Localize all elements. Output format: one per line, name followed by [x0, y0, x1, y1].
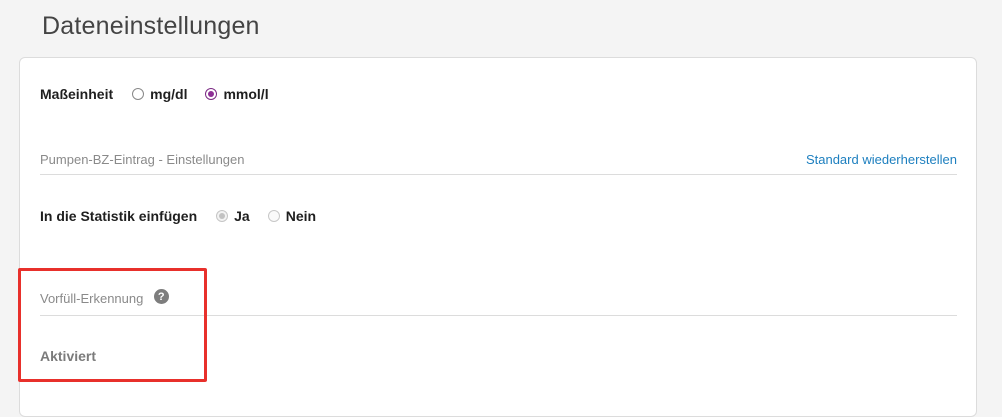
unit-mgdl-label[interactable]: mg/dl — [150, 86, 187, 102]
pump-entry-title: Pumpen-BZ-Eintrag - Einstellungen — [40, 152, 245, 167]
statistics-yes-radio[interactable] — [216, 210, 229, 222]
statistics-no-label[interactable]: Nein — [286, 208, 316, 224]
statistics-yes-label[interactable]: Ja — [234, 208, 250, 224]
unit-mgdl-radio[interactable] — [132, 88, 145, 100]
unit-mmoll-label[interactable]: mmol/l — [223, 86, 268, 102]
statistics-label: In die Statistik einfügen — [40, 208, 198, 224]
unit-mmoll-radio[interactable] — [205, 88, 218, 100]
prime-detection-header: Vorfüll-Erkennung ? — [40, 289, 957, 316]
unit-row: Maßeinheit mg/dl mmol/l — [40, 86, 269, 102]
statistics-no-radio[interactable] — [267, 210, 280, 222]
page-title: Dateneinstellungen — [42, 12, 260, 40]
settings-card: Maßeinheit mg/dl mmol/l Pumpen-BZ-Eintra… — [19, 57, 977, 417]
statistics-option-yes[interactable]: Ja — [216, 208, 250, 224]
statistics-row: In die Statistik einfügen Ja Nein — [40, 208, 316, 224]
prime-detection-status: Aktiviert — [40, 348, 97, 364]
prime-detection-status-row: Aktiviert — [40, 348, 96, 364]
statistics-option-no[interactable]: Nein — [267, 208, 316, 224]
prime-detection-title: Vorfüll-Erkennung — [40, 291, 144, 306]
unit-option-mmoll[interactable]: mmol/l — [205, 86, 269, 102]
prime-detection-title-wrap: Vorfüll-Erkennung ? — [40, 289, 169, 308]
pump-entry-header: Pumpen-BZ-Eintrag - Einstellungen Standa… — [40, 152, 957, 175]
help-icon[interactable]: ? — [153, 289, 169, 305]
unit-label: Maßeinheit — [40, 86, 114, 102]
unit-option-mgdl[interactable]: mg/dl — [132, 86, 187, 102]
reset-defaults-link[interactable]: Standard wiederherstellen — [806, 152, 957, 167]
